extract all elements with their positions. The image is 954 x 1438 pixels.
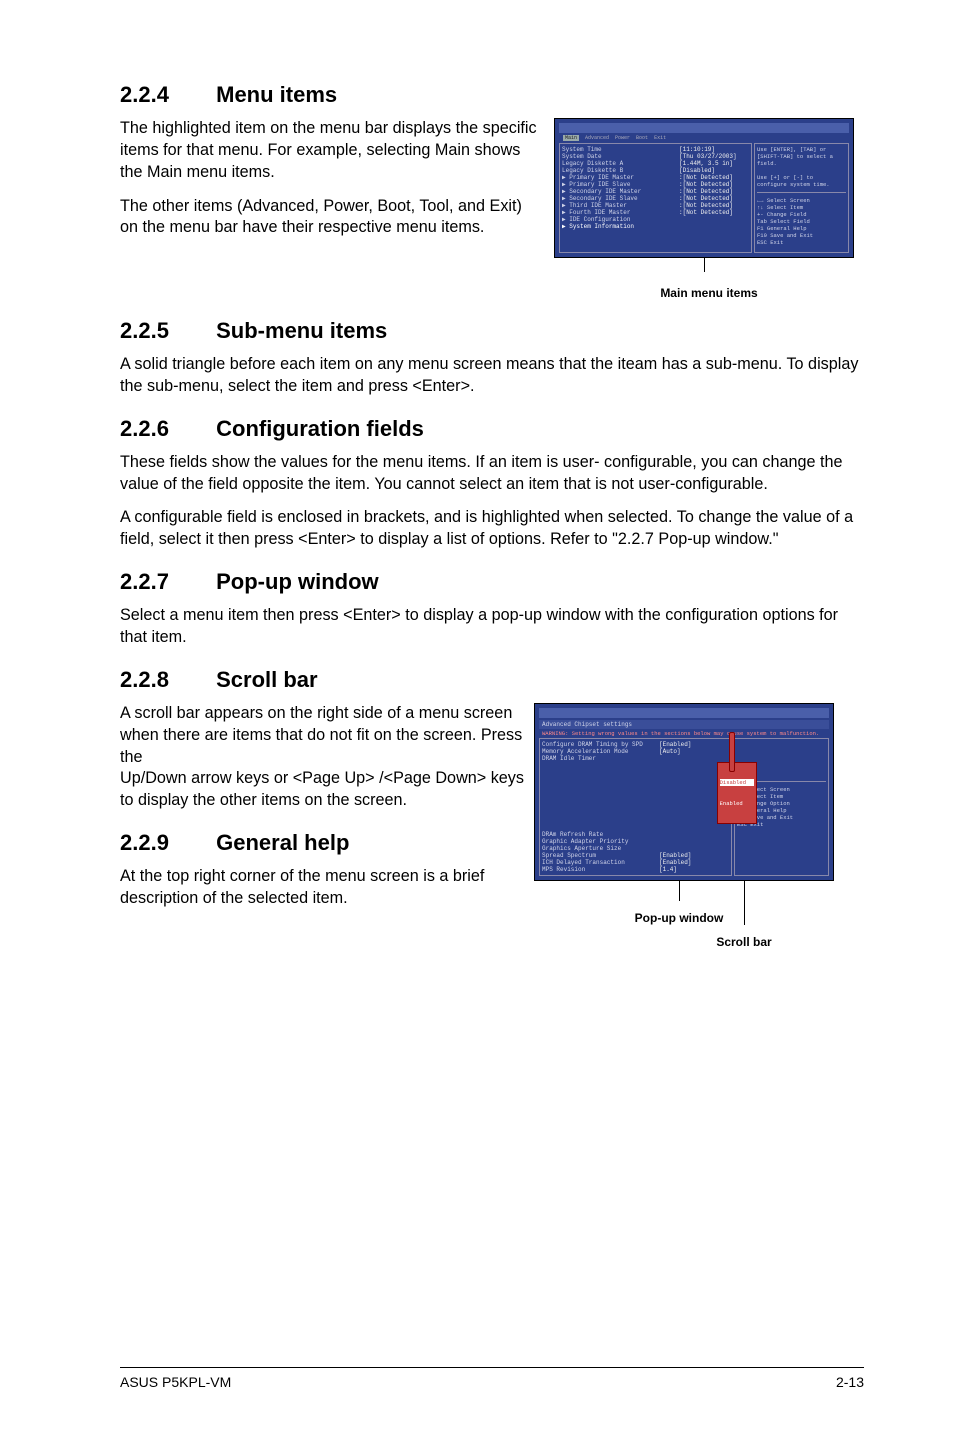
bios-row: ▶ Primary IDE Slave:[Not Detected]	[562, 181, 749, 188]
page-footer: ASUS P5KPL-VM 2-13	[0, 1367, 954, 1390]
pointer-line	[744, 881, 745, 925]
footer-row: ASUS P5KPL-VM 2-13	[120, 1374, 864, 1390]
pointer-line	[679, 881, 680, 901]
section-2-2-4: 2.2.4 Menu items Main Advanced Power Boo…	[120, 82, 864, 300]
bios-left-pane: Configure DRAM Timing by SPD[Enabled] Me…	[539, 738, 732, 876]
heading-2-2-4: 2.2.4 Menu items	[120, 82, 864, 108]
bios-title-bar	[539, 708, 829, 718]
popup-option: Enabled	[720, 800, 754, 807]
paragraph: At the top right corner of the menu scre…	[120, 866, 500, 910]
bios-row: Graphics Aperture Size	[542, 845, 729, 852]
section-2-2-7: 2.2.7 Pop-up window Select a menu item t…	[120, 569, 864, 649]
popup-window: Disabled Enabled	[717, 762, 757, 824]
bios-keys: ←→ Select Screen ↑↓ Select Item +- Chang…	[757, 197, 846, 246]
bios-row: DRAm Refresh Rate	[542, 831, 729, 838]
bios-row: ▶ Primary IDE Master:[Not Detected]	[562, 174, 749, 181]
paragraph: These fields show the values for the men…	[120, 452, 864, 496]
key-hint: +- Change Field	[757, 211, 846, 218]
divider	[757, 192, 846, 193]
figure-2-scroll-caption: Scroll bar	[624, 935, 864, 949]
bios-body: System Time[11:10:19] System Date[Thu 03…	[559, 143, 849, 253]
bios-tabs: Main Advanced Power Boot Exit	[559, 135, 849, 143]
popup-option: Disabled	[720, 779, 754, 786]
scrollbar-handle	[729, 732, 735, 772]
paragraph: A solid triangle before each item on any…	[120, 354, 864, 398]
bios-row: Legacy Diskette B[Disabled]	[562, 167, 749, 174]
heading-num: 2.2.8	[120, 667, 210, 693]
heading-title: Pop-up window	[216, 569, 379, 594]
bios-row: ▶ Secondary IDE Slave:[Not Detected]	[562, 195, 749, 202]
bios-help-pane: Use [ENTER], [TAB] or [SHIFT-TAB] to sel…	[754, 143, 849, 253]
bios-screenshot-1: Main Advanced Power Boot Exit System Tim…	[554, 118, 854, 258]
figure-popup-scroll: Advanced Chipset settings WARNING: Setti…	[534, 703, 864, 949]
bios-row: System Time[11:10:19]	[562, 146, 749, 153]
heading-num: 2.2.6	[120, 416, 210, 442]
page: 2.2.4 Menu items Main Advanced Power Boo…	[0, 0, 954, 1360]
heading-title: General help	[216, 830, 349, 855]
heading-num: 2.2.7	[120, 569, 210, 595]
bios-row: ICH Delayed Transaction[Enabled]	[542, 859, 729, 866]
bios-help-text: Use [ENTER], [TAB] or [SHIFT-TAB] to sel…	[757, 146, 846, 188]
section-2-2-6: 2.2.6 Configuration fields These fields …	[120, 416, 864, 551]
heading-2-2-7: 2.2.7 Pop-up window	[120, 569, 864, 595]
footer-right: 2-13	[836, 1374, 864, 1390]
bios-tab-power: Power	[615, 135, 630, 141]
pointer-area	[534, 881, 864, 911]
paragraph: A configurable field is enclosed in brac…	[120, 507, 864, 551]
bios-tab-advanced: Advanced	[585, 135, 609, 141]
key-hint: ←→ Select Screen	[757, 197, 846, 204]
bios-tab-main: Main	[563, 135, 579, 141]
bios-row: Memory Acceleration Mode[Auto]	[542, 748, 729, 755]
bios-left-pane: System Time[11:10:19] System Date[Thu 03…	[559, 143, 752, 253]
figure-2-popup-caption: Pop-up window	[494, 911, 864, 925]
bios-row: ▶ IDE Configuration	[562, 216, 749, 223]
key-hint: Tab Select Field	[757, 218, 846, 225]
bios2-header: Advanced Chipset settings	[539, 720, 829, 729]
heading-title: Menu items	[216, 82, 337, 107]
heading-title: Configuration fields	[216, 416, 424, 441]
key-hint: ESC Exit	[757, 239, 846, 246]
heading-num: 2.2.5	[120, 318, 210, 344]
key-hint: ↑↓ Select Item	[757, 204, 846, 211]
heading-2-2-6: 2.2.6 Configuration fields	[120, 416, 864, 442]
bios-row: ▶ Secondary IDE Master:[Not Detected]	[562, 188, 749, 195]
key-hint: F10 Save and Exit	[757, 232, 846, 239]
bios2-warning: WARNING: Setting wrong values in the sec…	[539, 729, 829, 738]
bios-row: ▶ Fourth IDE Master:[Not Detected]	[562, 209, 749, 216]
bios-row: ▶ Third IDE Master:[Not Detected]	[562, 202, 749, 209]
bios-tab-boot: Boot	[636, 135, 648, 141]
bios-title-bar	[559, 123, 849, 133]
section-2-2-8: 2.2.8 Scroll bar Advanced Chipset settin…	[120, 667, 864, 812]
pointer-line	[704, 258, 705, 272]
footer-left: ASUS P5KPL-VM	[120, 1374, 231, 1390]
bios-row: Graphic Adapter Priority	[542, 838, 729, 845]
bios-row: Legacy Diskette A[1.44M, 3.5 in]	[562, 160, 749, 167]
section-2-2-5: 2.2.5 Sub-menu items A solid triangle be…	[120, 318, 864, 398]
figure-main-menu: Main Advanced Power Boot Exit System Tim…	[554, 118, 864, 300]
heading-2-2-5: 2.2.5 Sub-menu items	[120, 318, 864, 344]
bios-row: DRAM Idle Timer Disabled Enabled	[542, 755, 729, 831]
bios-row: Configure DRAM Timing by SPD[Enabled]	[542, 741, 729, 748]
heading-2-2-8: 2.2.8 Scroll bar	[120, 667, 864, 693]
bios-row: MPS Revision[1.4]	[542, 866, 729, 873]
bios-screenshot-2: Advanced Chipset settings WARNING: Setti…	[534, 703, 834, 881]
heading-title: Scroll bar	[216, 667, 317, 692]
bios-row: System Date[Thu 03/27/2003]	[562, 153, 749, 160]
bios-body: Configure DRAM Timing by SPD[Enabled] Me…	[539, 738, 829, 876]
heading-num: 2.2.4	[120, 82, 210, 108]
paragraph: Select a menu item then press <Enter> to…	[120, 605, 864, 649]
heading-title: Sub-menu items	[216, 318, 387, 343]
figure-1-caption: Main menu items	[554, 286, 864, 300]
bios-row: Spread Spectrum[Enabled]	[542, 852, 729, 859]
bios-tab-exit: Exit	[654, 135, 666, 141]
heading-num: 2.2.9	[120, 830, 210, 856]
footer-rule	[120, 1367, 864, 1368]
bios-row-highlight: ▶ System Information	[562, 223, 749, 230]
key-hint: F1 General Help	[757, 225, 846, 232]
